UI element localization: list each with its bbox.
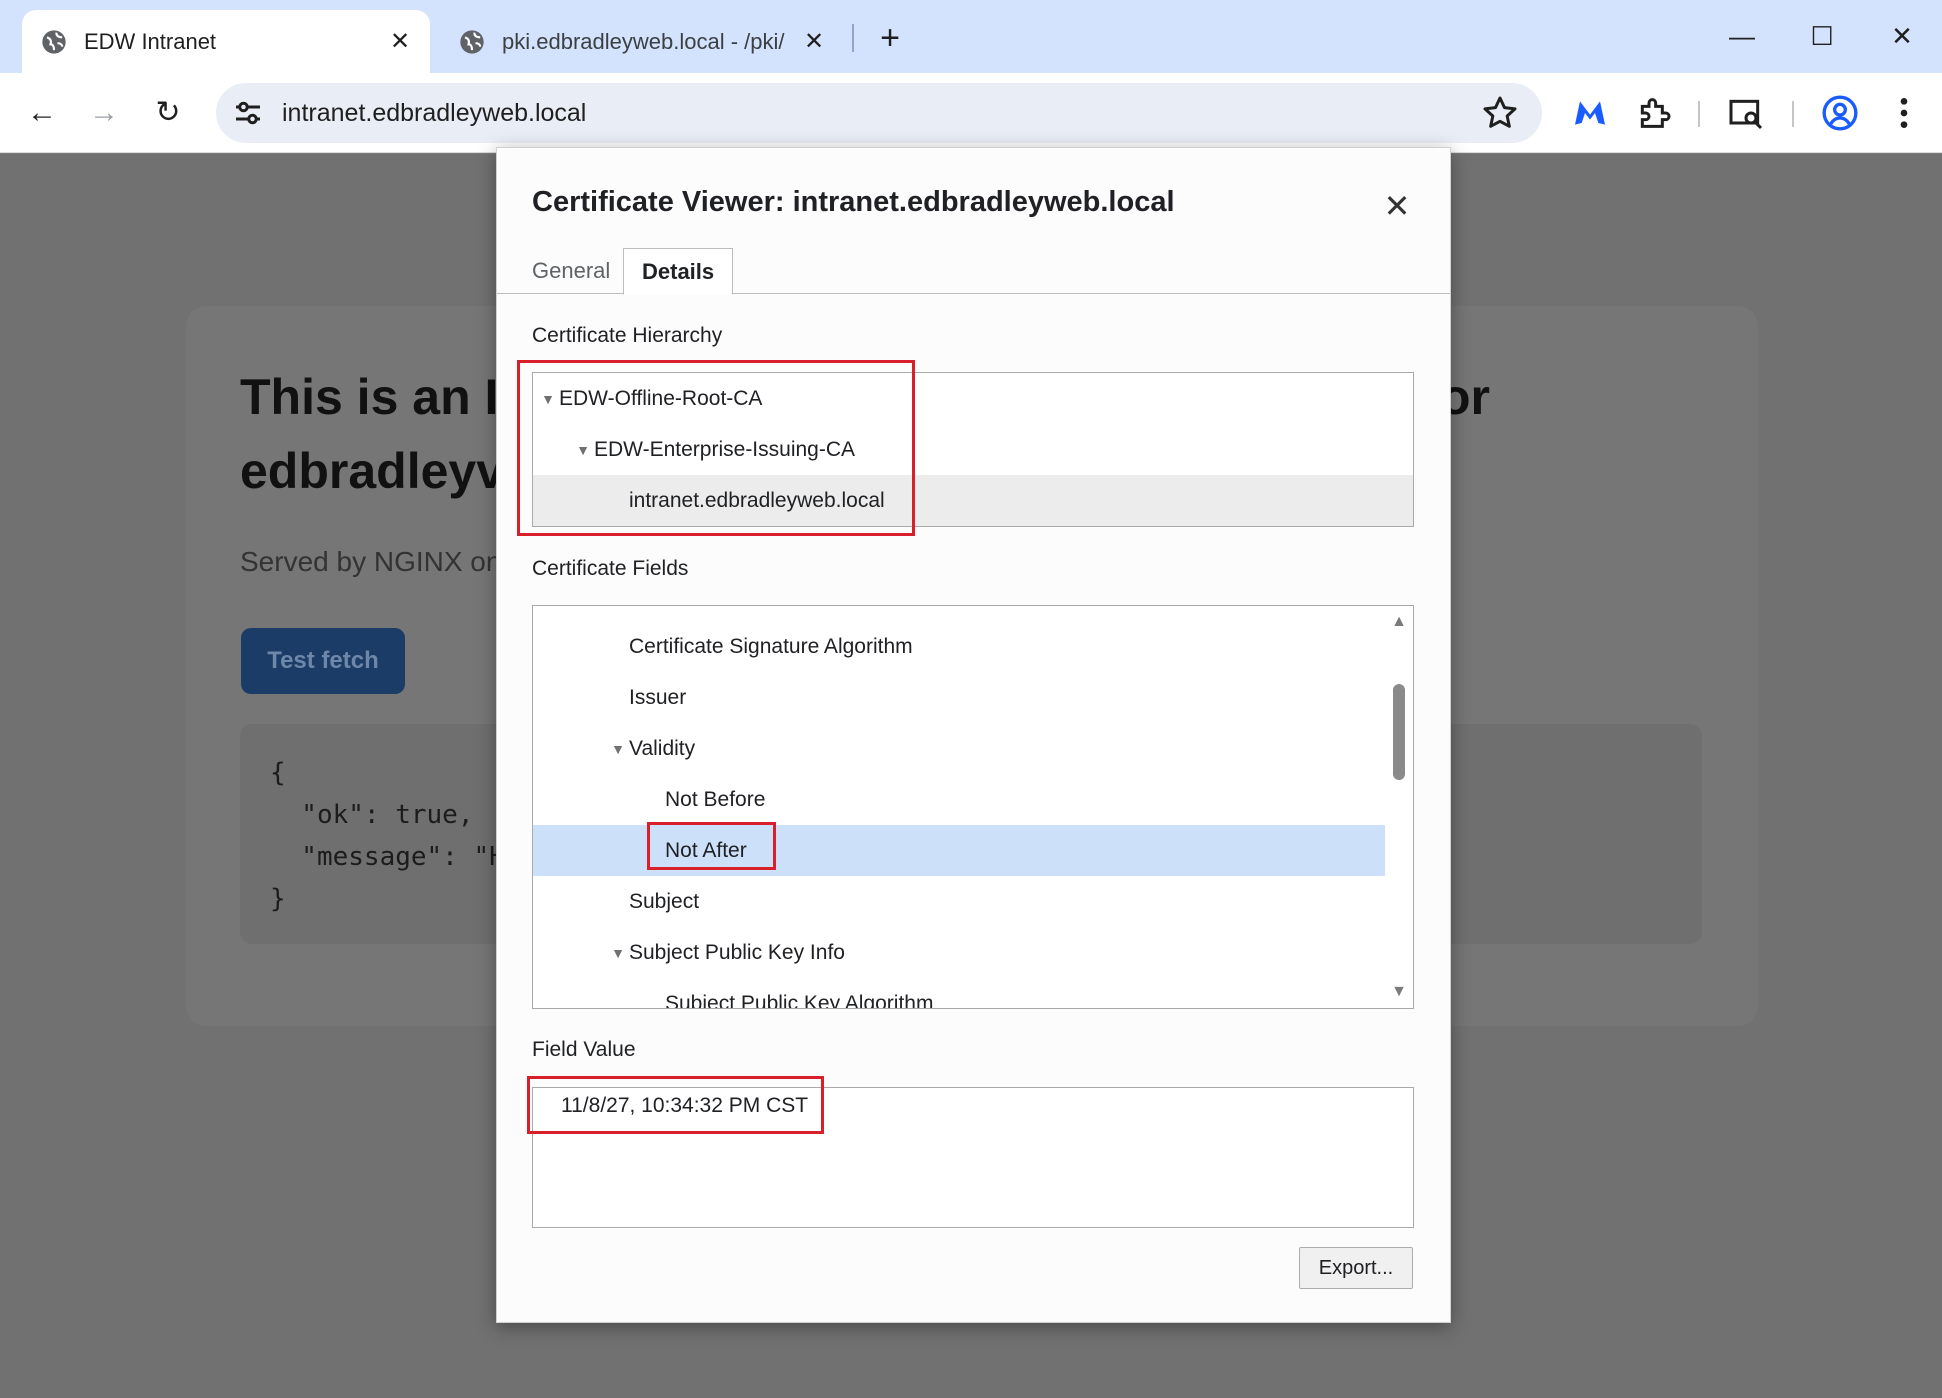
malwarebytes-icon[interactable]: [1570, 93, 1610, 133]
globe-icon: [42, 29, 66, 54]
profile-icon[interactable]: [1820, 93, 1860, 133]
extensions-icon[interactable]: [1634, 93, 1674, 133]
close-window-icon[interactable]: ✕: [1872, 14, 1932, 58]
address-bar[interactable]: intranet.edbradleyweb.local: [216, 83, 1542, 143]
field-item[interactable]: Subject Public Key Algorithm: [533, 978, 1413, 1009]
dialog-title: Certificate Viewer: intranet.edbradleywe…: [532, 186, 1175, 218]
tab-pki[interactable]: pki.edbradleyweb.local - /pki/ ✕: [444, 10, 844, 73]
browser-titlebar: EDW Intranet ✕ pki.edbradleyweb.local - …: [0, 0, 1942, 73]
field-item[interactable]: ▼ Validity: [533, 723, 1413, 774]
reload-icon[interactable]: ↻: [146, 91, 190, 135]
field-item[interactable]: Subject: [533, 876, 1413, 927]
tab-title: pki.edbradleyweb.local - /pki/: [502, 28, 785, 54]
forward-icon[interactable]: →: [82, 91, 126, 135]
scroll-thumb[interactable]: [1393, 684, 1405, 780]
served-by-text: Served by NGINX on: [240, 546, 502, 577]
tab-separator: [852, 24, 854, 52]
tab-general[interactable]: General: [514, 248, 628, 294]
dialog-tabs: General Details: [497, 248, 1450, 295]
globe-icon: [460, 29, 484, 54]
export-button[interactable]: Export...: [1299, 1247, 1413, 1289]
bookmark-star-icon[interactable]: [1480, 93, 1520, 133]
browser-toolbar: ← → ↻ intranet.edbradleyweb.local: [0, 73, 1942, 153]
tab-search-icon[interactable]: [1726, 93, 1766, 133]
expand-triangle-icon[interactable]: ▼: [607, 741, 629, 757]
menu-icon[interactable]: [1884, 93, 1924, 133]
certificate-viewer-dialog: Certificate Viewer: intranet.edbradleywe…: [496, 147, 1451, 1323]
annotation-box-hierarchy: [517, 360, 915, 536]
annotation-box-not-after: [647, 822, 776, 870]
scroll-down-icon[interactable]: ▼: [1391, 984, 1407, 1000]
site-info-icon[interactable]: [230, 95, 266, 131]
field-item[interactable]: ▼ Subject Public Key Info: [533, 927, 1413, 978]
tab-title: EDW Intranet: [84, 28, 217, 54]
headline-line-2: edbradleyv: [240, 443, 505, 499]
expand-triangle-icon[interactable]: ▼: [607, 945, 629, 961]
field-item[interactable]: Issuer: [533, 672, 1413, 723]
headline-line-1: This is an I: [240, 369, 499, 425]
tab-details[interactable]: Details: [623, 248, 734, 295]
maximize-icon[interactable]: ☐: [1792, 14, 1852, 58]
scroll-up-icon[interactable]: ▲: [1391, 614, 1407, 630]
close-tab-icon[interactable]: ✕: [800, 27, 828, 56]
close-tab-icon[interactable]: ✕: [386, 27, 414, 56]
tab-edw-intranet[interactable]: EDW Intranet ✕: [22, 10, 430, 73]
back-icon[interactable]: ←: [20, 91, 64, 135]
hierarchy-label: Certificate Hierarchy: [532, 324, 723, 347]
field-item[interactable]: Not Before: [533, 774, 1413, 825]
url-text: intranet.edbradleyweb.local: [282, 98, 587, 127]
toolbar-separator: [1698, 101, 1700, 127]
test-fetch-button[interactable]: Test fetch: [241, 628, 405, 694]
fields-tree: Certificate Signature Algorithm Issuer ▼…: [532, 605, 1414, 1009]
field-item[interactable]: Certificate Signature Algorithm: [533, 621, 1413, 672]
field-value-label: Field Value: [532, 1038, 636, 1061]
fields-scrollbar[interactable]: ▲ ▼: [1385, 606, 1413, 1008]
close-dialog-icon[interactable]: ✕: [1377, 186, 1417, 226]
fields-label: Certificate Fields: [532, 557, 689, 580]
toolbar-separator: [1792, 101, 1794, 127]
new-tab-icon[interactable]: +: [868, 16, 912, 60]
minimize-icon[interactable]: —: [1712, 14, 1772, 58]
annotation-box-field-value: [527, 1076, 824, 1134]
